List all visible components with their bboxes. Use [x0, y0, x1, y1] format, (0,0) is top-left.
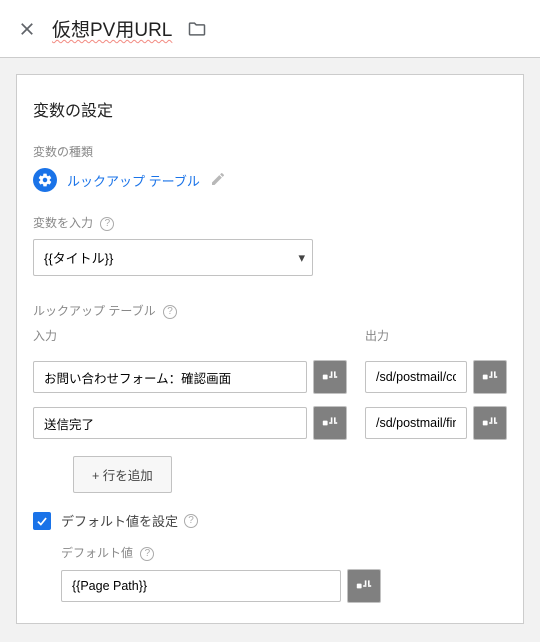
col-header-input: 入力 — [33, 327, 347, 344]
lookup-input-field[interactable] — [33, 361, 307, 393]
edit-type-icon[interactable] — [210, 171, 228, 189]
folder-icon[interactable] — [186, 18, 208, 40]
lookup-output-field[interactable] — [365, 407, 467, 439]
lookup-column-headers: 入力 出力 — [33, 327, 507, 354]
card-heading: 変数の設定 — [33, 97, 507, 121]
help-icon[interactable]: ? — [140, 547, 154, 561]
variable-picker-icon[interactable] — [347, 569, 381, 603]
set-default-checkbox-label: デフォルト値を設定 — [61, 511, 178, 530]
set-default-checkbox[interactable] — [33, 512, 51, 530]
gear-icon — [33, 168, 57, 192]
variable-picker-icon[interactable] — [313, 406, 347, 440]
variable-picker-icon[interactable] — [473, 360, 507, 394]
lookup-input-field[interactable] — [33, 407, 307, 439]
input-variable-label: 変数を入力 ? — [33, 214, 507, 231]
help-icon[interactable]: ? — [100, 217, 114, 231]
help-icon[interactable]: ? — [184, 514, 198, 528]
type-label: 変数の種類 — [33, 143, 507, 160]
page-title: 仮想PV用URL — [52, 15, 172, 42]
col-header-output: 出力 — [365, 327, 507, 344]
lookup-row — [33, 360, 507, 394]
variable-type-row: ルックアップ テーブル — [33, 168, 507, 192]
set-default-checkbox-row: デフォルト値を設定 ? — [33, 511, 507, 530]
titlebar: 仮想PV用URL — [0, 0, 540, 58]
lookup-output-field[interactable] — [365, 361, 467, 393]
variable-config-card: 変数の設定 変数の種類 ルックアップ テーブル 変数を入力 ? {{タイトル}}… — [16, 74, 524, 624]
input-variable-select[interactable]: {{タイトル}} ▾ — [33, 239, 313, 276]
lookup-table-label: ルックアップ テーブル ? — [33, 302, 507, 319]
lookup-row — [33, 406, 507, 440]
variable-type-name[interactable]: ルックアップ テーブル — [67, 171, 200, 190]
input-variable-select-button[interactable]: {{タイトル}} — [33, 239, 313, 276]
help-icon[interactable]: ? — [163, 305, 177, 319]
add-row-button[interactable]: + 行を追加 — [73, 456, 172, 493]
variable-picker-icon[interactable] — [473, 406, 507, 440]
default-value-label: デフォルト値 ? — [61, 544, 507, 561]
close-icon[interactable] — [16, 18, 38, 40]
variable-picker-icon[interactable] — [313, 360, 347, 394]
default-value-field[interactable] — [61, 570, 341, 602]
